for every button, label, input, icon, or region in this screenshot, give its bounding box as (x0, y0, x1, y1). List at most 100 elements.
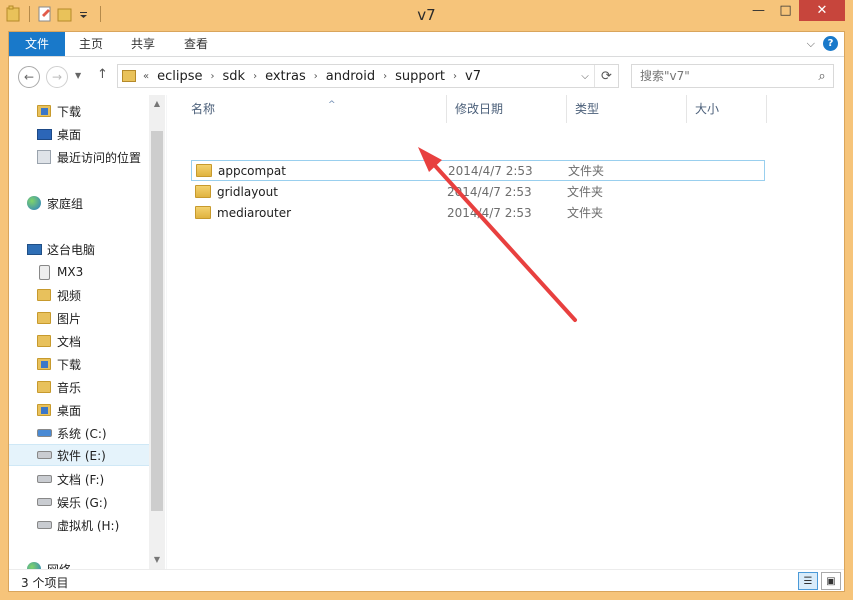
scroll-down-arrow-icon[interactable]: ▼ (149, 553, 165, 567)
nav-item-desktop[interactable]: 桌面 (36, 123, 166, 145)
tab-view[interactable]: 查看 (184, 32, 208, 56)
tab-file[interactable]: 文件 (9, 32, 65, 56)
computer-icon (26, 241, 42, 257)
column-header-date[interactable]: 修改日期 (447, 95, 567, 123)
nav-item-downloads-pc[interactable]: 下载 (36, 353, 166, 375)
up-arrow-icon[interactable]: ↑ (97, 67, 108, 82)
ribbon-tabs: 文件 主页 共享 查看 ⌵ ? (9, 32, 844, 57)
file-date: 2014/4/7 2:53 (448, 163, 533, 178)
videos-folder-icon (36, 287, 52, 303)
file-row[interactable]: appcompat 2014/4/7 2:53 文件夹 (191, 160, 765, 181)
nav-item-network[interactable]: 网络 (26, 558, 166, 569)
chevron-down-icon[interactable]: ⌵ (807, 37, 815, 51)
homegroup-icon (26, 195, 42, 211)
tab-home[interactable]: 主页 (79, 32, 103, 56)
nav-label: 下载 (57, 104, 82, 119)
maximize-button[interactable]: □ (772, 0, 799, 21)
nav-item-videos[interactable]: 视频 (36, 284, 166, 306)
nav-item-desktop-pc[interactable]: 桌面 (36, 399, 166, 421)
nav-scrollbar[interactable]: ▲ ▼ (149, 95, 165, 569)
nav-item-music[interactable]: 音乐 (36, 376, 166, 398)
nav-item-drive-g[interactable]: 娱乐 (G:) (36, 491, 166, 513)
nav-item-this-pc[interactable]: 这台电脑 (26, 238, 166, 260)
tab-share[interactable]: 共享 (131, 32, 155, 56)
nav-item-homegroup[interactable]: 家庭组 (26, 192, 166, 214)
nav-label: 虚拟机 (H:) (57, 518, 120, 533)
nav-item-pictures[interactable]: 图片 (36, 307, 166, 329)
nav-label: 这台电脑 (47, 242, 96, 257)
back-button[interactable]: ← (18, 66, 40, 88)
title-bar: v7 — □ ✕ (0, 0, 853, 31)
nav-item-documents[interactable]: 文档 (36, 330, 166, 352)
nav-item-drive-f[interactable]: 文档 (F:) (36, 468, 166, 490)
search-input[interactable] (640, 69, 811, 83)
nav-item-drive-c[interactable]: 系统 (C:) (36, 422, 166, 444)
file-name: gridlayout (217, 184, 278, 199)
file-name: mediarouter (217, 205, 292, 220)
drive-icon (36, 494, 52, 510)
scrollbar-thumb[interactable] (151, 131, 163, 511)
crumb-extras[interactable]: extras (265, 69, 306, 84)
documents-folder-icon (36, 333, 52, 349)
chevron-right-icon[interactable]: › (314, 71, 318, 82)
nav-label: 最近访问的位置 (57, 150, 142, 165)
crumb-v7[interactable]: v7 (465, 69, 481, 84)
file-type: 文件夹 (567, 185, 604, 199)
minimize-button[interactable]: — (745, 0, 772, 21)
chevron-right-icon[interactable]: › (453, 71, 457, 82)
chevron-right-icon[interactable]: › (211, 71, 215, 82)
nav-label: MX3 (57, 265, 84, 279)
nav-label: 软件 (E:) (57, 448, 106, 463)
ribbon-right: ⌵ ? (807, 36, 838, 51)
nav-item-mx3[interactable]: MX3 (36, 261, 166, 283)
details-view-icon[interactable]: ☰ (798, 572, 818, 590)
nav-label: 桌面 (57, 127, 82, 142)
refresh-button[interactable]: ⟳ (594, 65, 618, 87)
nav-item-downloads[interactable]: 下载 (36, 100, 166, 122)
breadcrumb: « eclipse › sdk › extras › android › sup… (118, 69, 576, 84)
recent-locations-dropdown-icon[interactable]: ▼ (75, 71, 81, 80)
breadcrumb-overflow[interactable]: « (143, 71, 149, 82)
chevron-right-icon[interactable]: › (253, 71, 257, 82)
crumb-android[interactable]: android (326, 69, 375, 84)
nav-item-recent[interactable]: 最近访问的位置 (36, 146, 166, 168)
drive-icon (36, 517, 52, 533)
nav-label: 音乐 (57, 380, 82, 395)
chevron-right-icon[interactable]: › (383, 71, 387, 82)
search-box[interactable]: ⌕ (631, 64, 834, 88)
navigation-bar: ← → ▼ ↑ « eclipse › sdk › extras › andro… (9, 57, 844, 95)
nav-label: 图片 (57, 311, 82, 326)
scroll-up-arrow-icon[interactable]: ▲ (149, 97, 165, 111)
file-row[interactable]: mediarouter 2014/4/7 2:53 文件夹 (191, 202, 765, 223)
file-row[interactable]: gridlayout 2014/4/7 2:53 文件夹 (191, 181, 765, 202)
nav-label: 系统 (C:) (57, 426, 107, 441)
item-count: 3 个项目 (21, 576, 69, 590)
nav-item-drive-e[interactable]: 软件 (E:) (9, 444, 149, 466)
crumb-support[interactable]: support (395, 69, 445, 84)
folder-icon (122, 70, 136, 82)
close-button[interactable]: ✕ (799, 0, 845, 21)
navigation-pane: 下载 桌面 最近访问的位置 家庭组 这台电脑 MX3 视频 图片 文档 下载 音… (9, 95, 166, 569)
column-header-size[interactable]: 大小 (687, 95, 767, 123)
crumb-eclipse[interactable]: eclipse (157, 69, 202, 84)
column-header-type[interactable]: 类型 (567, 95, 687, 123)
nav-label: 视频 (57, 288, 82, 303)
status-bar: 3 个项目 ☰ ▣ (9, 569, 844, 591)
forward-button[interactable]: → (46, 66, 68, 88)
nav-item-drive-h[interactable]: 虚拟机 (H:) (36, 514, 166, 536)
nav-label: 下载 (57, 357, 82, 372)
file-type: 文件夹 (568, 164, 605, 178)
nav-label: 文档 (F:) (57, 472, 105, 487)
search-icon[interactable]: ⌕ (811, 69, 833, 84)
help-icon[interactable]: ? (823, 36, 838, 51)
downloads-folder-icon (36, 356, 52, 372)
network-icon (26, 561, 42, 569)
crumb-sdk[interactable]: sdk (223, 69, 246, 84)
address-dropdown-icon[interactable]: ⌵ (576, 71, 594, 82)
large-icons-view-icon[interactable]: ▣ (821, 572, 841, 590)
music-folder-icon (36, 379, 52, 395)
column-header-name[interactable]: 名称 ^ (183, 95, 447, 123)
address-bar[interactable]: « eclipse › sdk › extras › android › sup… (117, 64, 619, 88)
file-date: 2014/4/7 2:53 (447, 184, 532, 199)
folder-icon (196, 164, 212, 177)
